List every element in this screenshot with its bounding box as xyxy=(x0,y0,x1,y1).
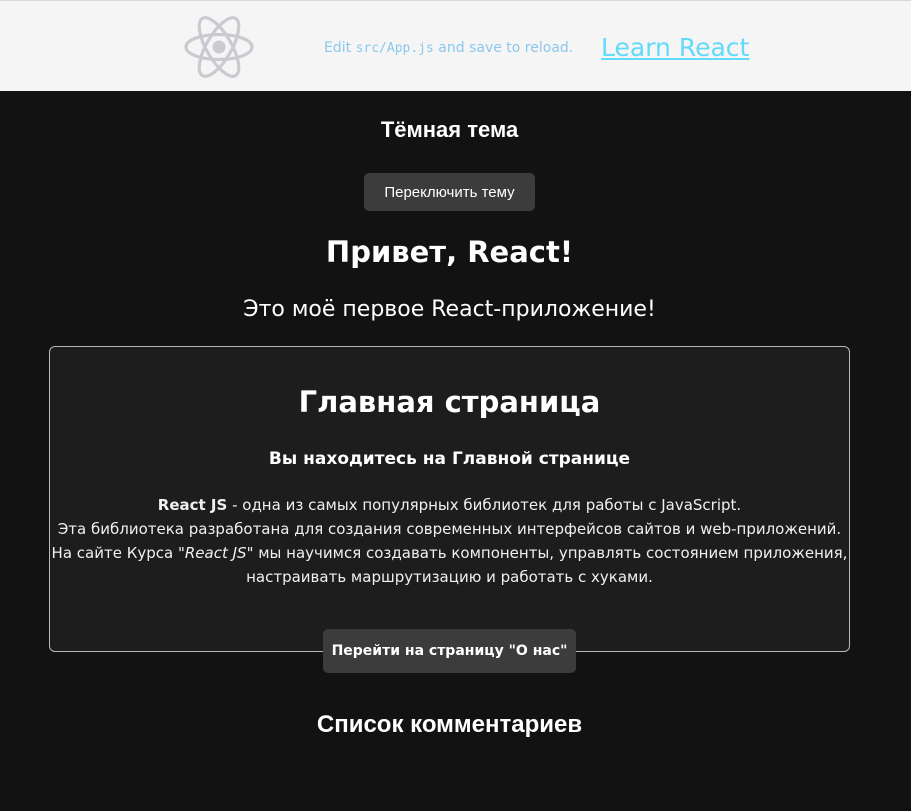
comments-title: Список комментариев xyxy=(316,711,583,738)
home-page-description: React JS - одна из самых популярных библ… xyxy=(50,493,849,589)
edit-prefix: Edit xyxy=(324,40,356,56)
description-line-2: Эта библиотека разработана для создания … xyxy=(57,520,842,538)
home-page-card: Главная страница Вы находитесь на Главно… xyxy=(49,346,850,652)
edit-code-path: src/App.js xyxy=(355,41,434,56)
description-line-3: На сайте Курса "React JS" мы научимся со… xyxy=(50,541,849,565)
react-js-strong: React JS xyxy=(157,496,228,514)
edit-suffix: and save to reload. xyxy=(433,40,574,56)
line3-prefix: На сайте Курса " xyxy=(51,544,185,562)
react-js-em: React JS xyxy=(184,544,247,562)
line3-suffix: " мы научимся создавать компоненты, упра… xyxy=(246,544,848,562)
greeting-subtitle: Это моё первое React-приложение! xyxy=(243,297,656,322)
go-to-about-button[interactable]: Перейти на страницу "О нас" xyxy=(323,629,576,673)
theme-title: Тёмная тема xyxy=(380,117,519,142)
greeting-title: Привет, React! xyxy=(325,235,574,269)
react-logo-icon xyxy=(184,16,254,78)
line1-rest: - одна из самых популярных библиотек для… xyxy=(227,496,742,514)
description-line-1: React JS - одна из самых популярных библ… xyxy=(50,493,849,517)
main-content: Тёмная тема Переключить тему Привет, Rea… xyxy=(0,91,911,811)
description-line-4: настраивать маршрутизацию и работать с х… xyxy=(246,568,653,586)
home-page-title: Главная страница xyxy=(298,385,601,419)
home-page-subtitle: Вы находитесь на Главной странице xyxy=(268,449,631,469)
edit-instructions: Edit src/App.js and save to reload. xyxy=(324,40,573,56)
learn-react-link[interactable]: Learn React xyxy=(601,33,749,62)
app-header: Edit src/App.js and save to reload. Lear… xyxy=(0,0,911,91)
toggle-theme-button[interactable]: Переключить тему xyxy=(364,173,535,211)
